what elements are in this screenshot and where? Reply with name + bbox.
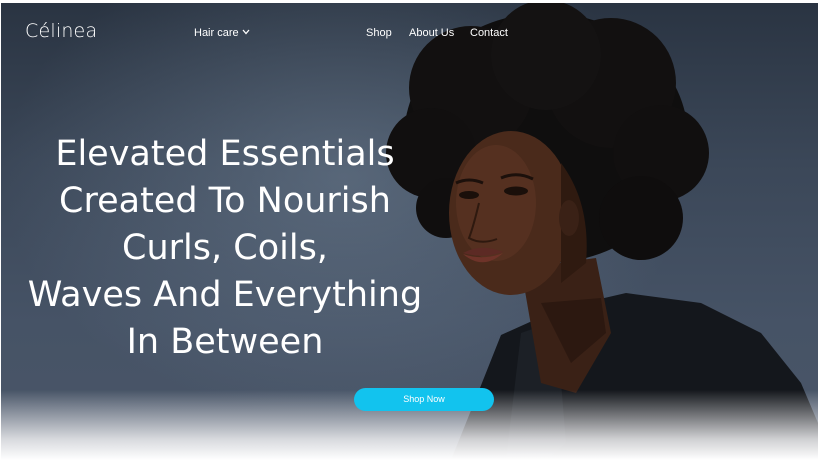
- nav-haircare-label: Hair care: [194, 27, 239, 39]
- shop-now-button[interactable]: Shop Now: [354, 388, 494, 411]
- hero-section: Célinea Hair care Shop About Us Contact …: [1, 3, 818, 460]
- nav-haircare-dropdown[interactable]: Hair care: [194, 27, 250, 39]
- hero-headline: Elevated Essentials Created To Nourish C…: [25, 131, 425, 366]
- chevron-down-icon: [242, 29, 250, 35]
- headline-line: Waves And Everything: [27, 275, 423, 315]
- brand-logo[interactable]: Célinea: [25, 20, 97, 42]
- headline-line: Created To Nourish: [59, 181, 391, 221]
- nav-shop-link[interactable]: Shop: [366, 27, 392, 39]
- nav-contact-link[interactable]: Contact: [470, 27, 508, 39]
- nav-about-link[interactable]: About Us: [409, 27, 454, 39]
- top-navigation: Célinea Hair care Shop About Us Contact: [1, 3, 818, 59]
- headline-line: In Between: [126, 322, 324, 362]
- headline-line: Curls, Coils,: [122, 228, 328, 268]
- page: Célinea Hair care Shop About Us Contact …: [0, 0, 819, 461]
- headline-line: Elevated Essentials: [55, 134, 395, 174]
